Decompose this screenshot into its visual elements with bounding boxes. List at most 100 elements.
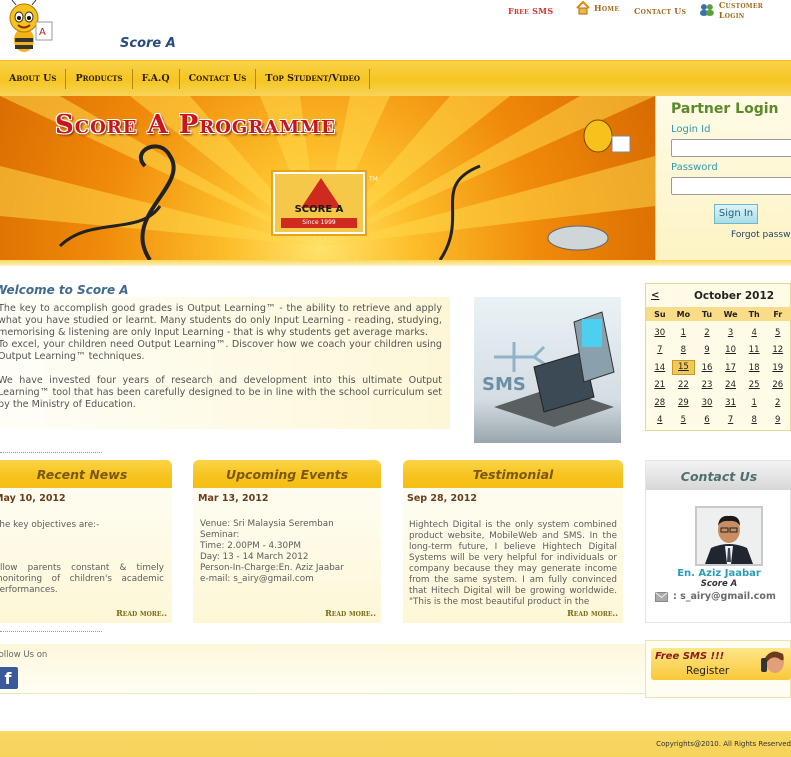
calendar-day[interactable]: 19 xyxy=(766,363,790,373)
calendar-day[interactable]: 9 xyxy=(766,415,790,425)
calendar-weekdays: Su Mo Tu We Th Fr xyxy=(648,310,790,319)
person-photo xyxy=(697,508,761,564)
main-nav: About Us Products F.A.Q Contact Us Top S… xyxy=(0,60,791,96)
news-date: May 10, 2012 xyxy=(0,493,66,504)
events-date: Mar 13, 2012 xyxy=(198,493,269,504)
contact-email-text: : s_airy@gmail.com xyxy=(673,591,776,602)
password-input[interactable] xyxy=(671,177,791,195)
nav-about-us[interactable]: About Us xyxy=(0,69,67,89)
weekday-label: Fr xyxy=(773,310,783,319)
score-a-since: Since 1999 xyxy=(281,218,357,228)
calendar-day[interactable]: 7 xyxy=(648,345,672,355)
calendar-day[interactable]: 15 xyxy=(671,360,696,376)
calendar-week-row: 7 8 9 10 11 12 xyxy=(648,342,790,360)
calendar-day[interactable]: 21 xyxy=(648,380,672,390)
contact-us-box: Contact Us En. Aziz Jaabar Score A : s_a… xyxy=(645,460,791,623)
calendar-day[interactable]: 30 xyxy=(695,398,719,408)
contact-email: : s_airy@gmail.com xyxy=(655,591,776,602)
testimonial-title: Testimonial xyxy=(403,460,623,488)
calendar-day[interactable]: 2 xyxy=(695,328,719,338)
home-link-label: Home xyxy=(594,3,620,13)
recent-news-title: Recent News xyxy=(0,460,172,488)
calendar-day[interactable]: 7 xyxy=(719,415,743,425)
contact-person-name: En. Aziz Jaabar xyxy=(677,568,761,579)
contact-us-title: Contact Us xyxy=(646,461,791,490)
free-sms-link[interactable]: Free SMS xyxy=(508,6,553,16)
calendar-day[interactable]: 4 xyxy=(648,415,672,425)
testimonial-text: Hightech Digital is the only system comb… xyxy=(409,520,617,606)
event-line: e-mail: s_airy@gmail.com xyxy=(200,574,314,584)
calendar-day[interactable]: 12 xyxy=(766,345,790,355)
weekday-label: We xyxy=(723,310,738,319)
calendar-day[interactable]: 17 xyxy=(719,363,743,373)
welcome-text: The key to accomplish good grades is Out… xyxy=(0,297,450,429)
follow-us-bar: Follow Us on f xyxy=(0,644,645,694)
trademark-mark: TM xyxy=(369,176,378,183)
customer-login-link[interactable]: Customer Login xyxy=(699,0,791,20)
login-id-label: Login Id xyxy=(671,124,711,135)
score-a-logo-text: SCORE A xyxy=(294,204,344,215)
calendar-day[interactable]: 9 xyxy=(695,345,719,355)
nav-top-student-video[interactable]: Top Student/Video xyxy=(256,69,370,89)
welcome-paragraph-2: To excel, your children need Output Lear… xyxy=(0,339,442,362)
calendar-day[interactable]: 23 xyxy=(695,380,719,390)
testimonial-read-more[interactable]: Read more.. xyxy=(567,608,618,618)
bee-mascot-logo[interactable]: A xyxy=(2,0,56,58)
contact-us-link[interactable]: Contact Us xyxy=(634,6,686,16)
calendar-day[interactable]: 10 xyxy=(719,345,743,355)
welcome-paragraph-1: The key to accomplish good grades is Out… xyxy=(0,303,442,338)
calendar-day[interactable]: 31 xyxy=(719,398,743,408)
calendar-day[interactable]: 5 xyxy=(766,328,790,338)
calendar-day[interactable]: 8 xyxy=(672,345,696,355)
contact-company: Score A xyxy=(700,579,738,589)
calendar-month-title: October 2012 xyxy=(694,290,775,302)
nav-contact-us[interactable]: Contact Us xyxy=(180,69,257,89)
calendar-day[interactable]: 22 xyxy=(672,380,696,390)
forgot-password-link[interactable]: Forgot password xyxy=(731,230,791,240)
calendar-day[interactable]: 8 xyxy=(742,415,766,425)
calendar-day[interactable]: 11 xyxy=(742,345,766,355)
home-link[interactable]: Home xyxy=(576,1,619,15)
nav-products[interactable]: Products xyxy=(66,69,133,89)
calendar-day[interactable]: 18 xyxy=(742,363,766,373)
sms-phone-laptop-image: SMS xyxy=(474,297,621,443)
sms-illustration: SMS xyxy=(482,311,615,427)
divider xyxy=(0,631,102,632)
weekday-label: Tu xyxy=(701,310,713,319)
event-line: Time: 2.00PM - 4.30PM xyxy=(200,541,302,551)
calendar-day[interactable]: 16 xyxy=(695,363,719,373)
weekday-label: Th xyxy=(748,310,760,319)
news-read-more[interactable]: Read more.. xyxy=(116,608,167,618)
calendar-day[interactable]: 6 xyxy=(695,415,719,425)
calendar-prev-month[interactable]: < xyxy=(651,290,659,301)
calendar-day[interactable]: 5 xyxy=(672,415,696,425)
calendar-day[interactable]: 28 xyxy=(648,398,672,408)
calendar-day[interactable]: 25 xyxy=(742,380,766,390)
free-sms-register-banner[interactable]: Free SMS !!! Register xyxy=(651,648,791,680)
sign-in-button[interactable]: Sign In xyxy=(714,204,758,224)
nav-faq[interactable]: F.A.Q xyxy=(133,69,180,89)
calendar-day[interactable]: 4 xyxy=(742,328,766,338)
sms-image-label: SMS xyxy=(482,374,526,395)
calendar-day[interactable]: 3 xyxy=(719,328,743,338)
welcome-title: Welcome to Score A xyxy=(0,283,129,297)
events-read-more[interactable]: Read more.. xyxy=(325,608,376,618)
calendar-day[interactable]: 14 xyxy=(648,363,672,373)
calendar-day[interactable]: 26 xyxy=(766,380,790,390)
facebook-icon[interactable]: f xyxy=(0,667,18,689)
calendar-day[interactable]: 30 xyxy=(648,328,672,338)
event-line: Venue: Sri Malaysia Seremban xyxy=(200,519,334,529)
calendar-day[interactable]: 29 xyxy=(672,398,696,408)
calendar-week-row: 456789 xyxy=(648,412,790,430)
event-line: Person-In-Charge:En. Aziz Jaabar xyxy=(200,563,344,573)
calendar-day[interactable]: 1 xyxy=(672,328,696,338)
news-text-2: Allow parents constant & timely monitori… xyxy=(0,563,164,595)
calendar-day[interactable]: 24 xyxy=(719,380,743,390)
calendar-day[interactable]: 1 xyxy=(742,398,766,408)
login-id-input[interactable] xyxy=(671,139,791,157)
divider xyxy=(0,452,102,453)
free-sms-text: Free SMS !!! xyxy=(655,651,725,662)
calendar-week-row: 21 22 23 24 25 26 xyxy=(648,377,790,395)
calendar-day[interactable]: 2 xyxy=(766,398,790,408)
testimonial-date: Sep 28, 2012 xyxy=(407,493,477,504)
